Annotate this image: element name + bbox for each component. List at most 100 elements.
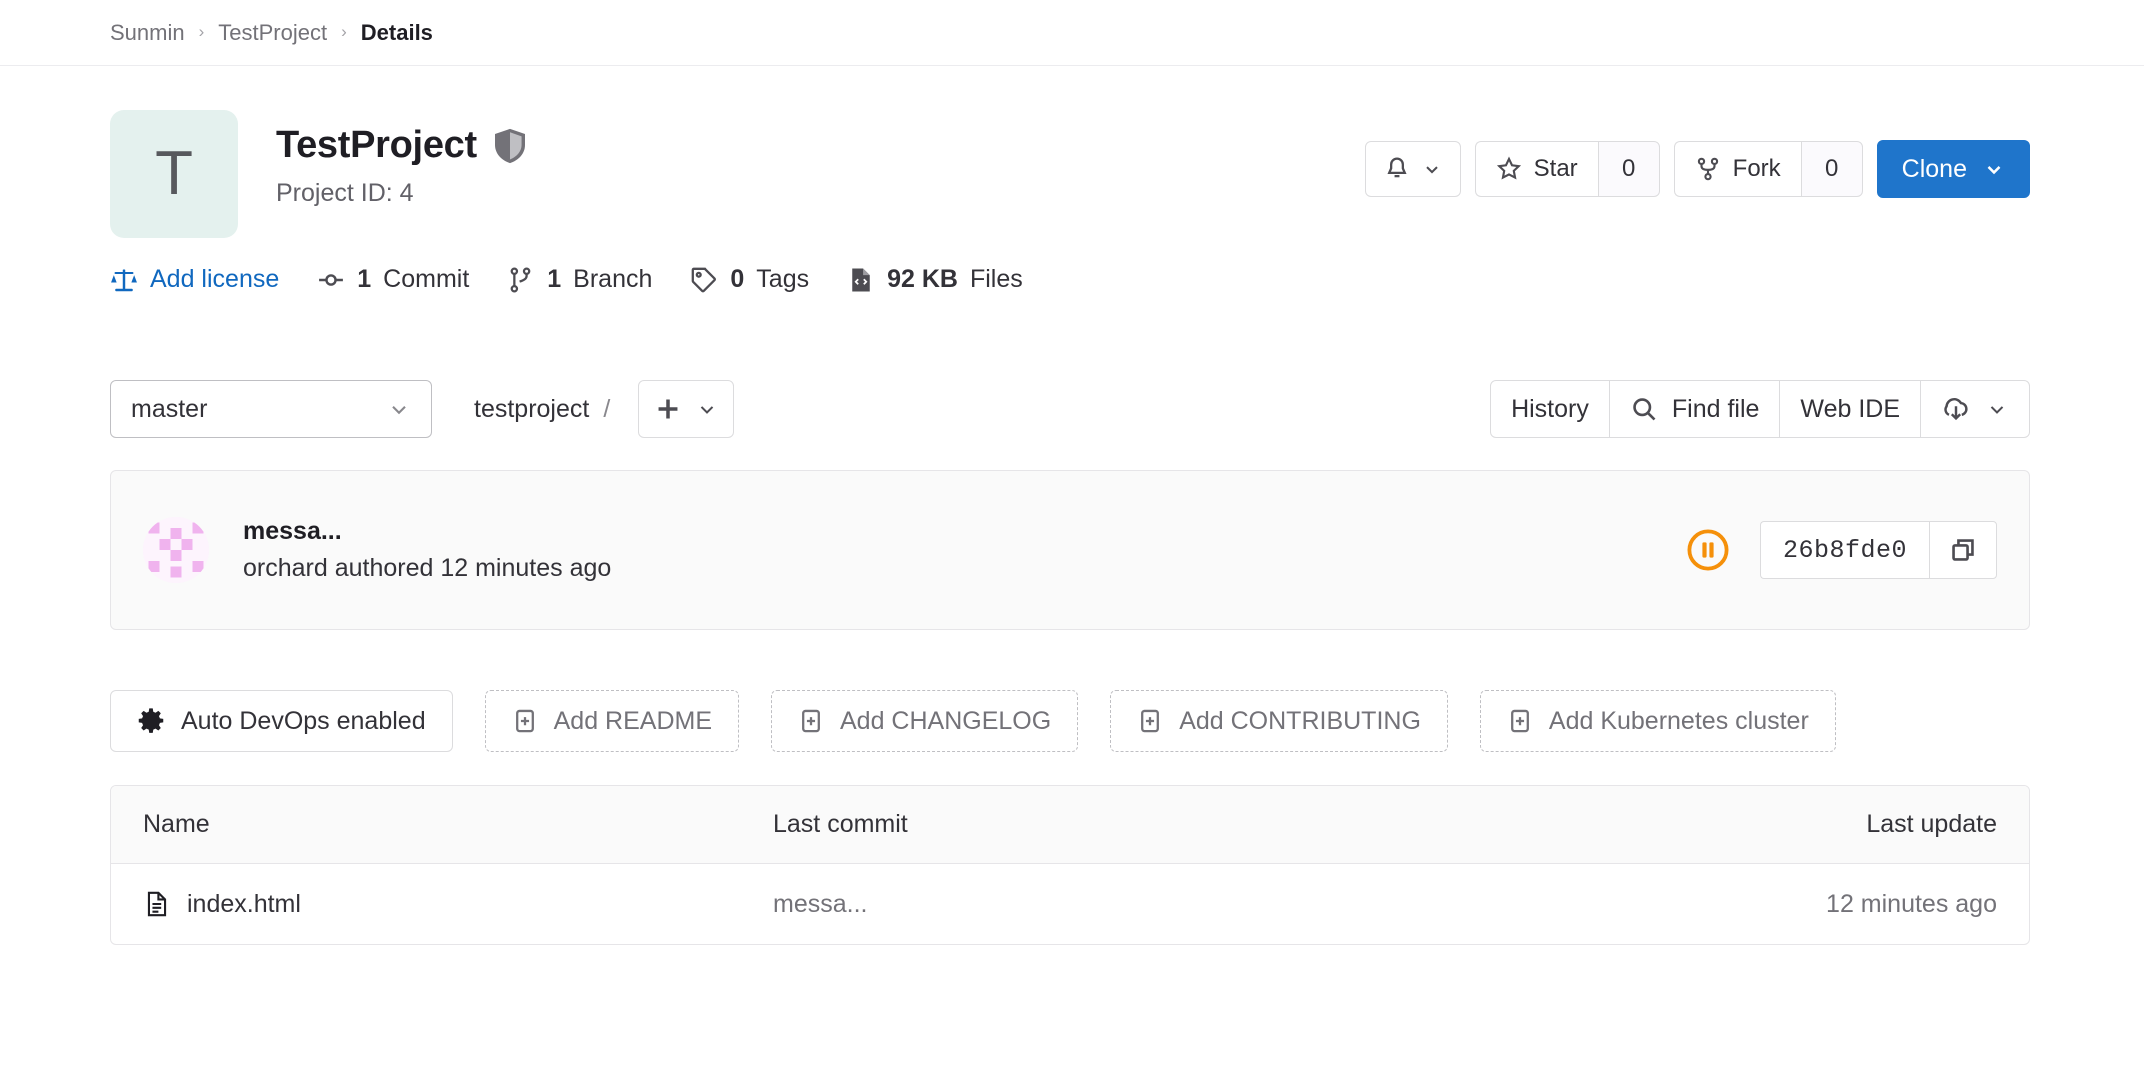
stat-branches[interactable]: 1 Branch bbox=[507, 265, 652, 294]
notifications-button[interactable] bbox=[1364, 141, 1461, 197]
stat-commits[interactable]: 1 Commit bbox=[317, 265, 469, 294]
branch-selector[interactable]: master bbox=[110, 380, 432, 438]
auto-devops-button[interactable]: Auto DevOps enabled bbox=[110, 690, 453, 752]
breadcrumb: Sunmin › TestProject › Details bbox=[0, 0, 2144, 66]
tag-count: 0 bbox=[730, 265, 745, 293]
search-icon bbox=[1630, 395, 1658, 423]
commit-label: Commit bbox=[383, 265, 470, 293]
file-doc-icon bbox=[143, 890, 171, 918]
branch-icon bbox=[507, 266, 535, 294]
download-cloud-icon bbox=[1942, 395, 1970, 423]
project-details-page: Sunmin › TestProject › Details T TestPro… bbox=[0, 0, 2144, 1068]
bell-icon bbox=[1384, 156, 1410, 182]
gear-icon bbox=[137, 707, 165, 735]
add-kubernetes-label: Add Kubernetes cluster bbox=[1548, 706, 1809, 735]
repo-toolbar: master testproject / History Find file W… bbox=[110, 380, 2030, 438]
shield-icon bbox=[494, 128, 525, 164]
commit-icon bbox=[317, 266, 345, 294]
stat-tags[interactable]: 0 Tags bbox=[690, 265, 809, 294]
add-to-repo-button[interactable] bbox=[638, 380, 735, 438]
add-contributing-label: Add CONTRIBUTING bbox=[1179, 706, 1421, 735]
chevron-down-icon bbox=[1422, 159, 1442, 179]
add-license-link[interactable]: Add license bbox=[110, 265, 279, 294]
clone-label: Clone bbox=[1901, 154, 1967, 183]
history-button[interactable]: History bbox=[1490, 380, 1610, 438]
add-changelog-button[interactable]: Add CHANGELOG bbox=[771, 690, 1079, 752]
fork-button-group[interactable]: Fork 0 bbox=[1673, 141, 1863, 197]
fork-count[interactable]: 0 bbox=[1800, 141, 1863, 197]
project-title-row: TestProject bbox=[276, 124, 525, 167]
stat-files-size: 92 KB Files bbox=[847, 265, 1023, 294]
project-stats: Add license 1 Commit 1 Branch 0 Tags 92 … bbox=[110, 265, 1023, 294]
chevron-right-icon: › bbox=[341, 21, 347, 41]
project-header-actions: Star 0 Fork 0 Clone bbox=[1364, 140, 2030, 198]
download-source-button[interactable] bbox=[1920, 380, 2030, 438]
file-code-icon bbox=[847, 266, 875, 294]
breadcrumb-item-project[interactable]: TestProject bbox=[218, 20, 327, 46]
tag-label: Tags bbox=[756, 265, 810, 293]
branch-selector-value: master bbox=[131, 394, 208, 423]
breadcrumb-item-details: Details bbox=[360, 19, 433, 45]
avatar-letter: T bbox=[155, 139, 193, 208]
column-header-last-commit: Last commit bbox=[773, 810, 908, 838]
star-button-group[interactable]: Star 0 bbox=[1474, 141, 1660, 197]
add-kubernetes-cluster-button[interactable]: Add Kubernetes cluster bbox=[1479, 690, 1836, 752]
files-size: 92 KB bbox=[887, 265, 958, 293]
add-readme-button[interactable]: Add README bbox=[484, 690, 739, 752]
table-row[interactable]: index.html messa... 12 minutes ago bbox=[111, 864, 2029, 944]
file-list-table: Name Last commit Last update index.html … bbox=[110, 785, 2030, 945]
copy-sha-button[interactable] bbox=[1929, 521, 1997, 579]
star-count[interactable]: 0 bbox=[1597, 141, 1660, 197]
add-changelog-label: Add CHANGELOG bbox=[840, 706, 1052, 735]
plus-square-icon bbox=[798, 708, 824, 734]
chevron-right-icon: › bbox=[198, 21, 205, 41]
fork-button[interactable]: Fork bbox=[1673, 141, 1801, 197]
web-ide-label: Web IDE bbox=[1800, 394, 1900, 423]
column-header-name: Name bbox=[143, 810, 210, 838]
commit-count: 1 bbox=[357, 265, 372, 293]
repo-path-separator: / bbox=[603, 394, 611, 423]
plus-square-icon bbox=[512, 708, 538, 734]
repo-path-root[interactable]: testproject bbox=[474, 395, 589, 424]
chevron-down-icon bbox=[1983, 158, 2005, 180]
project-avatar: T bbox=[110, 110, 238, 238]
star-button[interactable]: Star bbox=[1474, 141, 1598, 197]
page-title: TestProject bbox=[276, 124, 477, 166]
star-icon bbox=[1496, 156, 1522, 182]
auto-devops-label: Auto DevOps enabled bbox=[181, 706, 426, 735]
find-file-button[interactable]: Find file bbox=[1608, 380, 1781, 438]
project-meta: TestProject Project ID: 4 bbox=[276, 110, 525, 208]
tag-icon bbox=[690, 266, 718, 294]
avatar bbox=[143, 517, 209, 583]
file-last-commit[interactable]: messa... bbox=[773, 890, 1657, 919]
column-header-last-update: Last update bbox=[1866, 810, 1997, 838]
history-label: History bbox=[1511, 394, 1589, 423]
chevron-down-icon bbox=[696, 398, 718, 420]
scale-icon bbox=[110, 266, 138, 294]
commit-message[interactable]: messa... bbox=[243, 517, 611, 546]
plus-icon bbox=[654, 395, 682, 423]
chevron-down-icon bbox=[1986, 398, 2008, 420]
commit-panel-right: 26b8fde0 bbox=[1686, 521, 1997, 579]
repo-toolbar-actions: History Find file Web IDE bbox=[1490, 380, 2030, 438]
find-file-label: Find file bbox=[1671, 394, 1760, 423]
chevron-down-icon bbox=[387, 397, 411, 421]
repo-path-breadcrumb: testproject / bbox=[474, 395, 624, 424]
file-list-header: Name Last commit Last update bbox=[111, 786, 2029, 864]
branch-count: 1 bbox=[547, 265, 562, 293]
commit-author-time: orchard authored 12 minutes ago bbox=[243, 554, 612, 582]
clone-button[interactable]: Clone bbox=[1876, 140, 2030, 198]
breadcrumb-item-group[interactable]: Sunmin bbox=[110, 20, 185, 46]
fork-icon bbox=[1695, 156, 1721, 182]
commit-sha-group: 26b8fde0 bbox=[1759, 521, 1997, 579]
pipeline-paused-icon[interactable] bbox=[1686, 528, 1730, 572]
add-license-label: Add license bbox=[150, 265, 280, 293]
web-ide-button[interactable]: Web IDE bbox=[1779, 380, 1921, 438]
quick-actions: Auto DevOps enabled Add README Add CHANG… bbox=[110, 690, 1836, 752]
commit-sha[interactable]: 26b8fde0 bbox=[1759, 521, 1929, 579]
copy-icon bbox=[1949, 536, 1977, 564]
file-name-cell[interactable]: index.html bbox=[143, 890, 773, 919]
plus-square-icon bbox=[1507, 708, 1533, 734]
files-label: Files bbox=[969, 265, 1023, 293]
add-contributing-button[interactable]: Add CONTRIBUTING bbox=[1110, 690, 1448, 752]
